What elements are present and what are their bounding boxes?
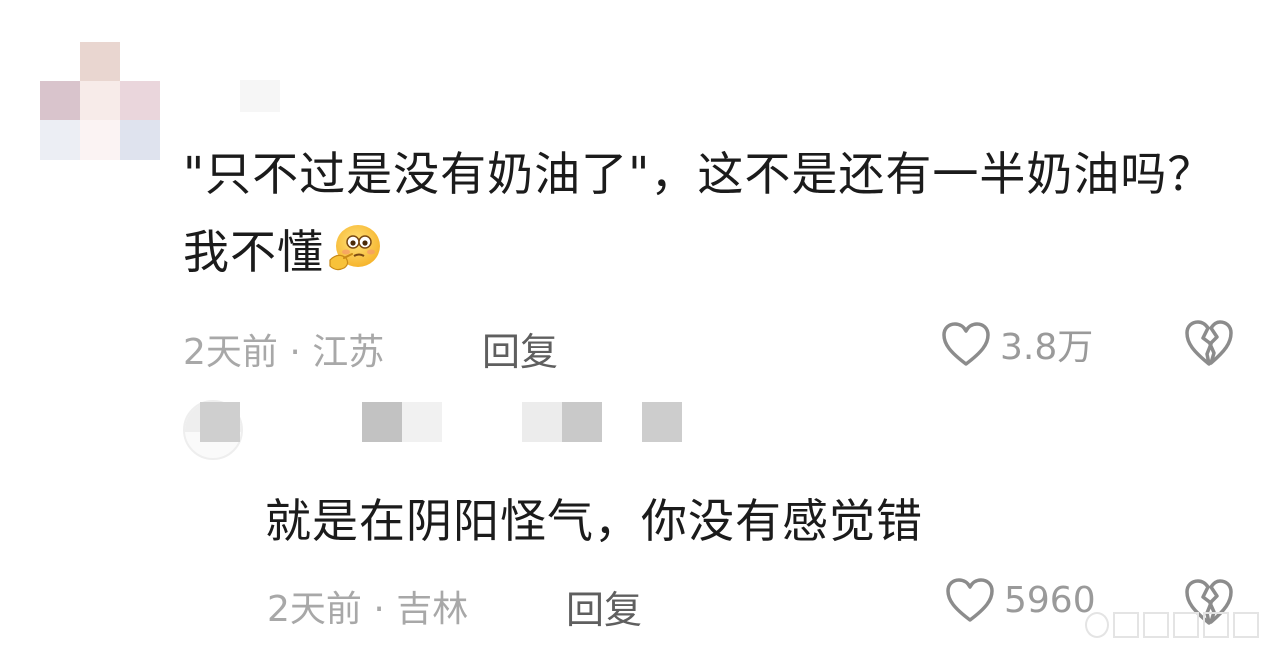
- reply-text: 就是在阴阳怪气，你没有感觉错: [265, 494, 923, 548]
- reply-button[interactable]: 回复: [482, 321, 558, 376]
- username-blurred: [642, 402, 682, 442]
- avatar[interactable]: [40, 42, 160, 160]
- thinking-flushed-emoji-icon: [329, 225, 380, 271]
- username-blurred[interactable]: [240, 80, 280, 112]
- reply-location: 吉林: [396, 589, 469, 630]
- meta-separator: ·: [289, 332, 301, 373]
- comment-time: 2天前: [183, 332, 278, 373]
- username-blurred: [362, 402, 402, 442]
- reply-meta: 2天前 · 吉林: [267, 580, 468, 632]
- watermark: [1085, 612, 1259, 638]
- comment-text: "只不过是没有奶油了"，这不是还有一半奶油吗？我不懂: [183, 135, 1223, 291]
- like-button[interactable]: 3.8万: [940, 318, 1093, 370]
- reply-time: 2天前: [267, 589, 362, 630]
- broken-heart-icon[interactable]: [1183, 318, 1235, 368]
- comment-meta: 2天前 · 江苏: [183, 323, 384, 375]
- reply-button[interactable]: 回复: [566, 579, 642, 634]
- username-blurred: [402, 402, 442, 442]
- username-blurred: [562, 402, 602, 442]
- comment-location: 江苏: [312, 332, 385, 373]
- like-button[interactable]: 5960: [944, 576, 1096, 624]
- heart-icon[interactable]: [944, 576, 996, 624]
- username-blurred[interactable]: [200, 402, 240, 442]
- username-blurred: [522, 402, 562, 442]
- like-count: 3.8万: [1000, 327, 1094, 368]
- like-count: 5960: [1004, 579, 1096, 621]
- meta-separator: ·: [373, 589, 385, 630]
- heart-icon[interactable]: [940, 320, 992, 368]
